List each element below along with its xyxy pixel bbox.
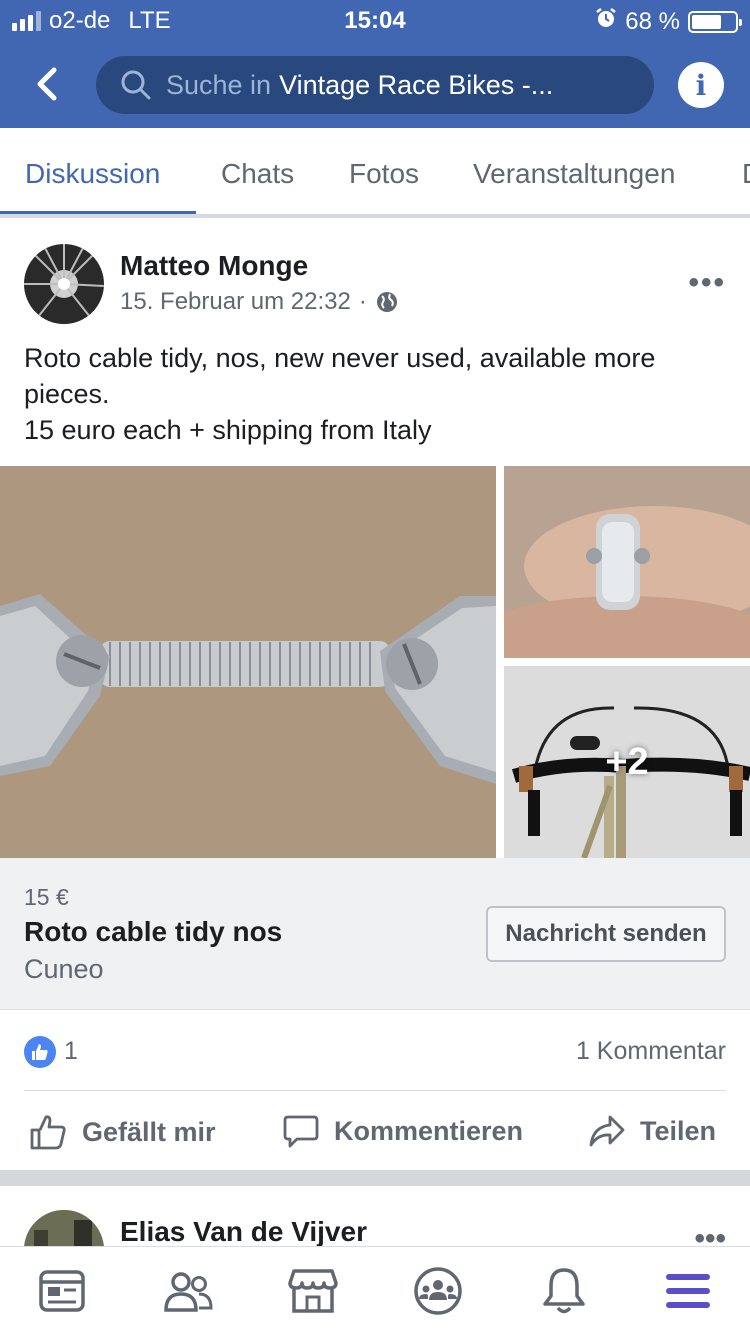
avatar[interactable]: [24, 244, 104, 324]
meta-separator: ·: [358, 288, 367, 315]
like-button-label: Gefällt mir: [82, 1116, 216, 1147]
post-text-line: 15 euro each + shipping from Italy: [24, 415, 432, 445]
item-price: 15 €: [24, 884, 69, 910]
marketplace-tab[interactable]: [287, 1265, 339, 1317]
post-actions: Gefällt mir Kommentieren Teilen: [0, 1092, 750, 1172]
send-message-button[interactable]: Nachricht senden: [486, 906, 726, 962]
like-reaction-icon[interactable]: [24, 1036, 56, 1068]
more-dots-icon: •••: [688, 266, 726, 299]
status-right: 68 %: [595, 7, 742, 36]
post-text-line: Roto cable tidy, nos, new never used, av…: [24, 343, 656, 409]
friends-tab[interactable]: [162, 1265, 214, 1317]
battery-icon: [688, 10, 742, 33]
info-button[interactable]: i: [678, 62, 724, 108]
finger-photo: [504, 466, 750, 658]
globe-icon: [376, 292, 397, 312]
comment-count[interactable]: 1 Kommentar: [576, 1037, 726, 1066]
active-tab-indicator: [0, 211, 196, 214]
post-meta: 15. Februar um 22:32 ·: [120, 288, 399, 316]
status-bar: o2-de LTE 15:04 68 %: [0, 0, 750, 40]
tab-veranstaltungen[interactable]: Veranstaltungen: [473, 158, 675, 190]
thumbs-up-icon: [30, 1115, 66, 1150]
photo-more[interactable]: +2: [504, 666, 750, 858]
divider: [24, 1090, 726, 1091]
alarm-icon: [595, 7, 617, 36]
post-text: Roto cable tidy, nos, new never used, av…: [24, 340, 724, 448]
photo-secondary[interactable]: [504, 466, 750, 658]
news-feed-tab[interactable]: [36, 1265, 88, 1317]
avatar-image: [24, 244, 104, 324]
group-name: Vintage Race Bikes -...: [279, 69, 554, 100]
header: Suche in Vintage Race Bikes -... i: [0, 40, 750, 128]
like-count[interactable]: 1: [64, 1037, 78, 1066]
cable-tidy-photo: [0, 466, 496, 858]
comment-button[interactable]: Kommentieren: [282, 1112, 523, 1150]
avatar-image: [24, 1210, 104, 1246]
photo-main[interactable]: [0, 466, 496, 858]
post-timestamp[interactable]: 15. Februar um 22:32: [120, 288, 351, 316]
more-photos-count: +2: [605, 740, 649, 783]
friends-icon: [164, 1272, 213, 1312]
menu-icon: [666, 1274, 710, 1308]
share-button[interactable]: Teilen: [588, 1112, 716, 1150]
tab-diskussion[interactable]: Diskussion: [25, 158, 160, 190]
menu-tab[interactable]: [662, 1265, 714, 1317]
tab-chats[interactable]: Chats: [221, 158, 294, 190]
feed-separator: [0, 1170, 750, 1186]
search-placeholder: Suche in: [166, 69, 272, 100]
item-location: Cuneo: [24, 954, 104, 984]
back-button[interactable]: [28, 60, 68, 108]
tab-fotos[interactable]: Fotos: [349, 158, 419, 190]
search-input[interactable]: Suche in Vintage Race Bikes -...: [96, 56, 654, 114]
like-button[interactable]: Gefällt mir: [28, 1112, 216, 1152]
photo-grid: +2: [0, 466, 750, 858]
post-author[interactable]: Matteo Monge: [120, 250, 308, 282]
group-tabs: Diskussion Chats Fotos Veranstaltungen D: [0, 128, 750, 218]
more-dots-icon: •••: [694, 1222, 726, 1246]
post-author[interactable]: Elias Van de Vijver: [120, 1216, 367, 1246]
bell-icon: [543, 1268, 585, 1314]
comment-bubble-icon: [283, 1115, 319, 1148]
comment-button-label: Kommentieren: [334, 1115, 524, 1146]
battery-percent: 68 %: [625, 7, 680, 35]
avatar[interactable]: [24, 1210, 104, 1246]
news-feed-icon: [39, 1270, 85, 1312]
info-icon: i: [695, 68, 707, 102]
post-options-button[interactable]: •••: [694, 1222, 726, 1246]
chevron-left-icon: [37, 67, 57, 101]
post-options-button[interactable]: •••: [688, 266, 726, 300]
notifications-tab[interactable]: [538, 1265, 590, 1317]
groups-tab[interactable]: [412, 1265, 464, 1317]
tab-more[interactable]: D: [742, 158, 750, 190]
bottom-tab-bar: [0, 1246, 750, 1334]
reaction-summary: 1 1 Kommentar: [0, 1010, 750, 1090]
share-arrow-icon: [589, 1115, 625, 1147]
marketplace-item[interactable]: 15 € Roto cable tidy nos Cuneo Nachricht…: [0, 858, 750, 1010]
groups-icon: [414, 1267, 462, 1315]
search-icon: [121, 70, 151, 100]
share-button-label: Teilen: [640, 1115, 717, 1146]
next-post: Elias Van de Vijver •••: [0, 1186, 750, 1246]
item-title: Roto cable tidy nos: [24, 916, 283, 947]
marketplace-icon: [288, 1269, 338, 1313]
